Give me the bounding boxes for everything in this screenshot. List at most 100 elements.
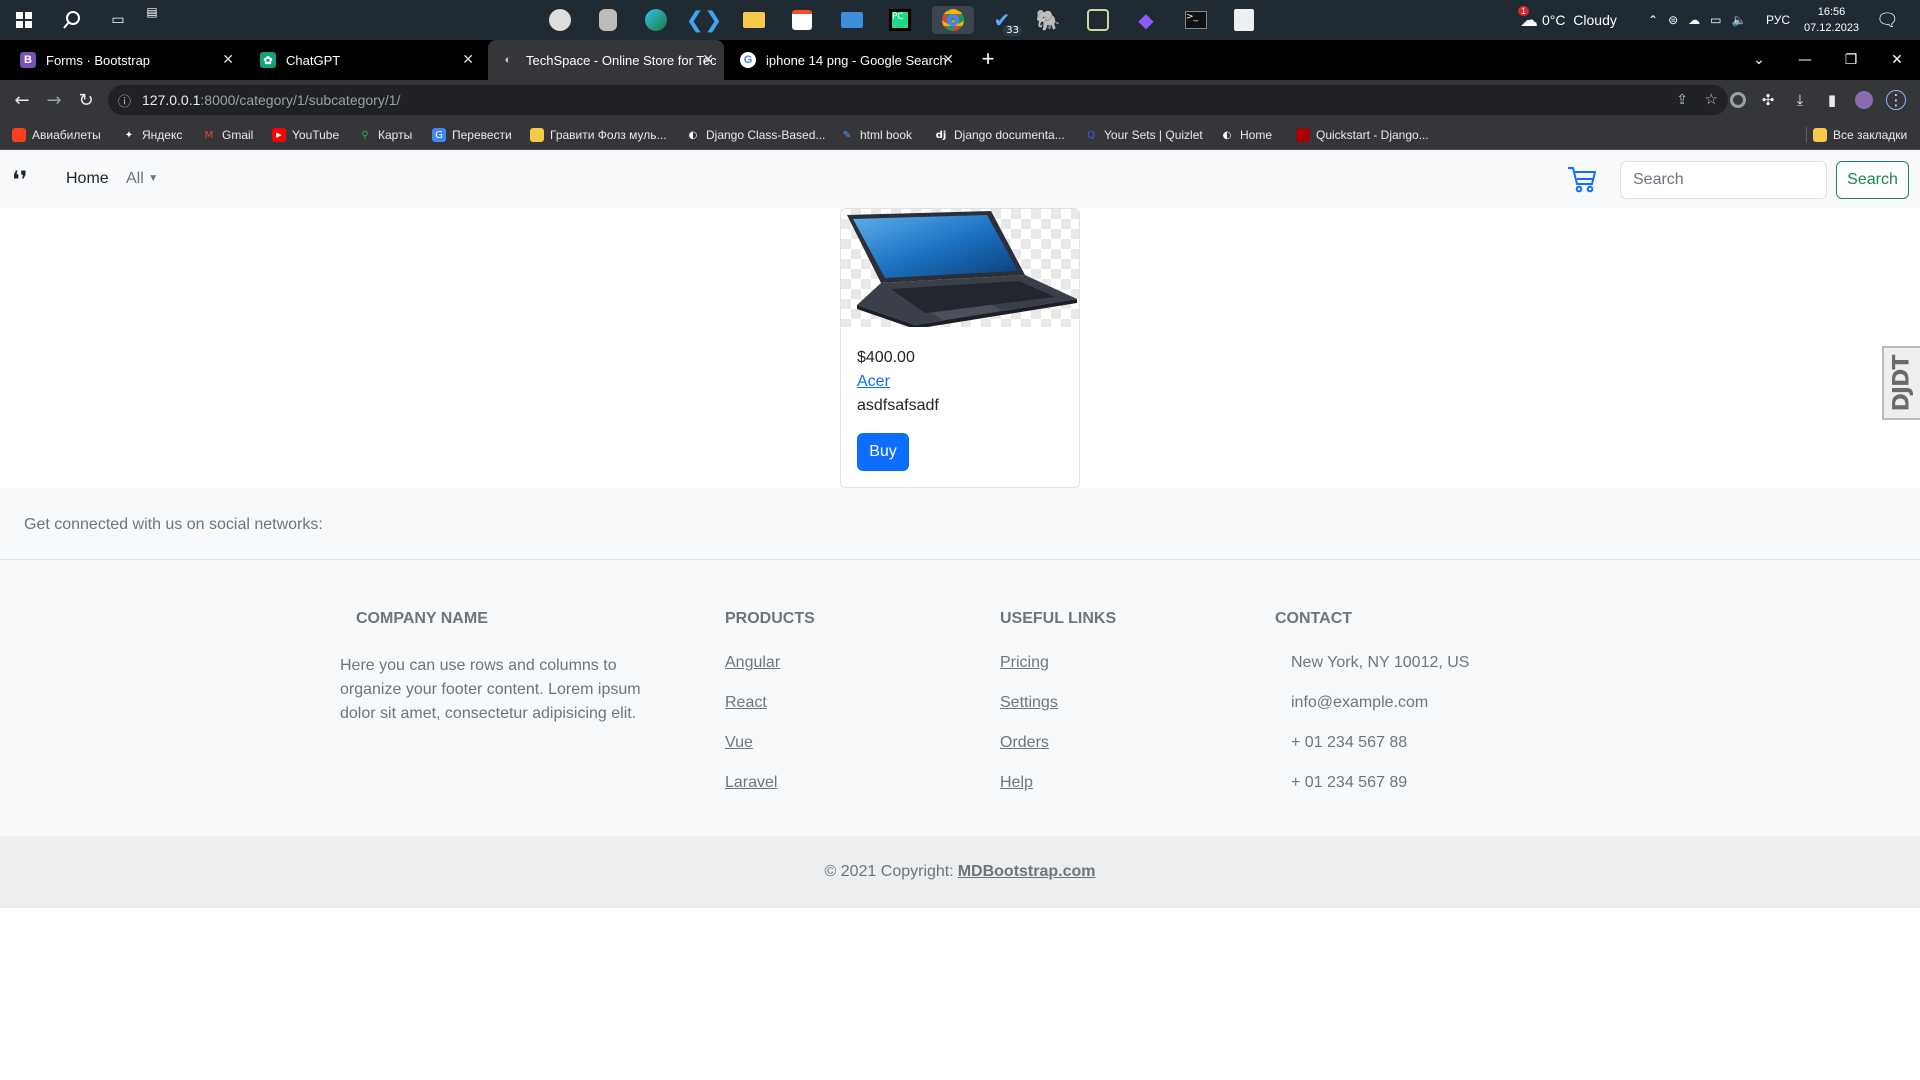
tab-chatgpt[interactable]: ✿ ChatGPT ✕ <box>248 40 484 80</box>
tab-close-icon[interactable]: ✕ <box>702 52 714 68</box>
bookmark-item[interactable]: G Перевести <box>432 127 512 143</box>
tab-title: iphone 14 png - Google Search <box>766 52 947 68</box>
bookmark-item[interactable]: Quickstart - Django... <box>1296 127 1429 143</box>
social-text: Get connected with us on social networks… <box>24 516 323 533</box>
footer-link-angular[interactable]: Angular <box>725 654 780 672</box>
file-explorer-icon[interactable] <box>740 6 768 34</box>
tab-techspace[interactable]: ◐ TechSpace - Online Store for Tec ✕ <box>488 40 724 80</box>
copyright-text: © 2021 Copyright: <box>824 863 954 880</box>
download-icon[interactable]: ⤓ <box>1790 90 1810 110</box>
display-icon[interactable]: ▭ <box>1710 13 1721 27</box>
bookmark-item[interactable]: Авиабилеты <box>12 127 101 143</box>
nav-home-link[interactable]: Home <box>66 170 109 188</box>
tab-title: TechSpace - Online Store for Tec <box>526 52 716 68</box>
chevron-up-icon[interactable]: ⌃ <box>1648 13 1658 27</box>
app-icon[interactable] <box>1084 6 1112 34</box>
share-icon[interactable]: ⇪ <box>1676 91 1688 108</box>
bookmark-item[interactable]: dj Django documenta... <box>934 127 1065 143</box>
site-info-icon[interactable]: ⓘ <box>118 91 131 110</box>
onedrive-icon[interactable]: ☁ <box>1688 13 1700 27</box>
bookmark-item[interactable]: ⚲ Карты <box>358 127 412 143</box>
pycharm-icon[interactable]: PC <box>886 6 914 34</box>
products-heading: Products <box>725 610 815 627</box>
language-indicator[interactable]: РУС <box>1766 0 1790 40</box>
bookmark-item[interactable]: Гравити Фолз муль... <box>530 127 667 143</box>
bookmark-item[interactable]: ✦ Яндекс <box>122 127 183 143</box>
shopping-cart-icon[interactable] <box>1566 163 1598 195</box>
address-bar[interactable]: ⓘ 127.0.0.1:8000/category/1/subcategory/… <box>108 85 1728 115</box>
new-tab-icon[interactable]: + <box>976 48 1000 72</box>
maps-icon: ⚲ <box>361 129 369 141</box>
notifications-icon[interactable]: 🗨 <box>1876 0 1899 40</box>
clock[interactable]: 16:56 07.12.2023 <box>1804 0 1859 40</box>
gmail-icon: M <box>204 129 214 141</box>
nav-all-dropdown[interactable]: All ▼ <box>126 170 158 188</box>
tab-close-icon[interactable]: ✕ <box>222 52 234 68</box>
search-icon[interactable] <box>58 6 86 34</box>
tab-close-icon[interactable]: ✕ <box>462 52 474 68</box>
yandex-browser-icon[interactable] <box>546 6 574 34</box>
tab-close-icon[interactable]: ✕ <box>942 52 954 68</box>
volume-icon[interactable]: 🔈 <box>1731 13 1746 27</box>
copyright-link[interactable]: MDBootstrap.com <box>958 863 1096 881</box>
task-view-icon[interactable]: ▭ <box>104 6 132 34</box>
notepad-icon[interactable]: ▤ <box>142 2 162 22</box>
product-brand-link[interactable]: Acer <box>857 373 890 391</box>
forward-icon[interactable]: → <box>42 88 66 112</box>
tab-forms-bootstrap[interactable]: B Forms · Bootstrap ✕ <box>8 40 244 80</box>
footer-link-vue[interactable]: Vue <box>725 734 753 752</box>
globe-icon: ◐ <box>688 129 698 141</box>
network-icon[interactable]: ⊜ <box>1668 13 1678 27</box>
todo-icon[interactable]: ✔ 33 <box>988 6 1022 36</box>
postgres-icon[interactable]: 🐘 <box>1034 6 1062 34</box>
pdf-app-icon[interactable] <box>1230 6 1258 34</box>
footer-link-settings[interactable]: Settings <box>1000 694 1058 712</box>
bookmark-item[interactable]: ▶ YouTube <box>272 127 339 143</box>
search-input[interactable] <box>1620 161 1827 199</box>
puzzle-extensions-icon[interactable]: ✣ <box>1758 90 1778 110</box>
system-tray[interactable]: ⌃ ⊜ ☁ ▭ 🔈 <box>1648 0 1746 40</box>
extension-icon[interactable] <box>1728 90 1748 110</box>
mail-icon[interactable] <box>838 6 866 34</box>
product-image <box>841 209 1079 327</box>
chrome-menu-icon[interactable]: ⋮ <box>1886 90 1906 110</box>
bookmark-item[interactable]: ◐ Home <box>1220 127 1272 143</box>
footer-link-react[interactable]: React <box>725 694 767 712</box>
vscode-icon[interactable]: ❮❯ <box>686 6 723 34</box>
tab-google-search[interactable]: G iphone 14 png - Google Search ✕ <box>728 40 964 80</box>
chrome-icon[interactable] <box>932 6 974 34</box>
obsidian-icon[interactable]: ◆ <box>1132 6 1160 34</box>
bookmark-item[interactable]: M Gmail <box>202 127 254 143</box>
footer-link-help[interactable]: Help <box>1000 774 1033 792</box>
bookmark-item[interactable]: ✎ html book <box>840 127 912 143</box>
windows-start-icon[interactable] <box>10 6 38 34</box>
bookmark-item[interactable]: ◐ Django Class-Based... <box>686 127 826 143</box>
close-window-icon[interactable]: ✕ <box>1874 40 1920 80</box>
search-button[interactable]: Search <box>1836 161 1909 199</box>
bookmark-star-icon[interactable]: ☆ <box>1705 90 1718 108</box>
store-icon[interactable] <box>788 6 816 34</box>
tab-title: Forms · Bootstrap <box>46 52 151 68</box>
back-icon[interactable]: ← <box>10 88 34 112</box>
minimize-icon[interactable]: — <box>1782 40 1828 80</box>
weather-widget[interactable]: ☁ 1 0°C Cloudy <box>1518 0 1617 40</box>
profile-avatar-icon[interactable] <box>1854 90 1874 110</box>
all-bookmarks[interactable]: Все закладки <box>1806 127 1907 143</box>
database-icon[interactable] <box>594 6 622 34</box>
contact-address: New York, NY 10012, US <box>1291 654 1470 671</box>
url-text[interactable]: 127.0.0.1:8000/category/1/subcategory/1/ <box>142 92 400 108</box>
globe-icon: ◐ <box>1222 129 1232 141</box>
restore-icon[interactable]: ❐ <box>1828 40 1874 80</box>
footer-link-orders[interactable]: Orders <box>1000 734 1049 752</box>
buy-button[interactable]: Buy <box>857 433 909 471</box>
footer-link-pricing[interactable]: Pricing <box>1000 654 1049 672</box>
brand-logo-icon[interactable]: ❛❜ <box>12 166 27 194</box>
edge-icon[interactable] <box>642 6 670 34</box>
footer-link-laravel[interactable]: Laravel <box>725 774 777 792</box>
reload-icon[interactable]: ↻ <box>74 88 98 112</box>
tab-search-chevron-icon[interactable]: ⌄ <box>1736 40 1782 80</box>
django-debug-toolbar-handle[interactable]: DJDT <box>1882 346 1920 420</box>
bookmark-item[interactable]: Q Your Sets | Quizlet <box>1084 127 1203 143</box>
terminal-icon[interactable]: >_ <box>1182 6 1210 34</box>
side-panel-icon[interactable]: ▮ <box>1822 90 1842 110</box>
